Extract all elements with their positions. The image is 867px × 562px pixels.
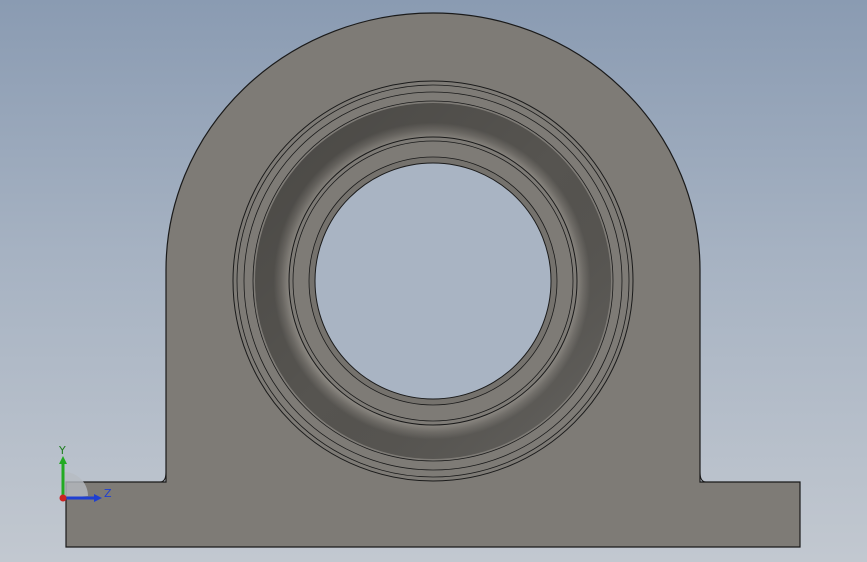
y-axis-label: Y <box>58 444 66 457</box>
triad-origin-shade <box>64 472 88 498</box>
pillow-block-bearing-model[interactable] <box>0 0 867 562</box>
z-axis-label: Z <box>104 487 112 500</box>
y-arrow-head <box>59 456 67 464</box>
x-axis-dot <box>59 494 67 502</box>
bore-hole <box>314 162 552 400</box>
right-fillet <box>699 471 707 483</box>
graphics-viewport[interactable]: Y Z <box>0 0 867 562</box>
left-fillet <box>159 471 167 483</box>
z-arrow-head <box>94 494 102 502</box>
coordinate-triad: Y Z <box>58 444 112 502</box>
